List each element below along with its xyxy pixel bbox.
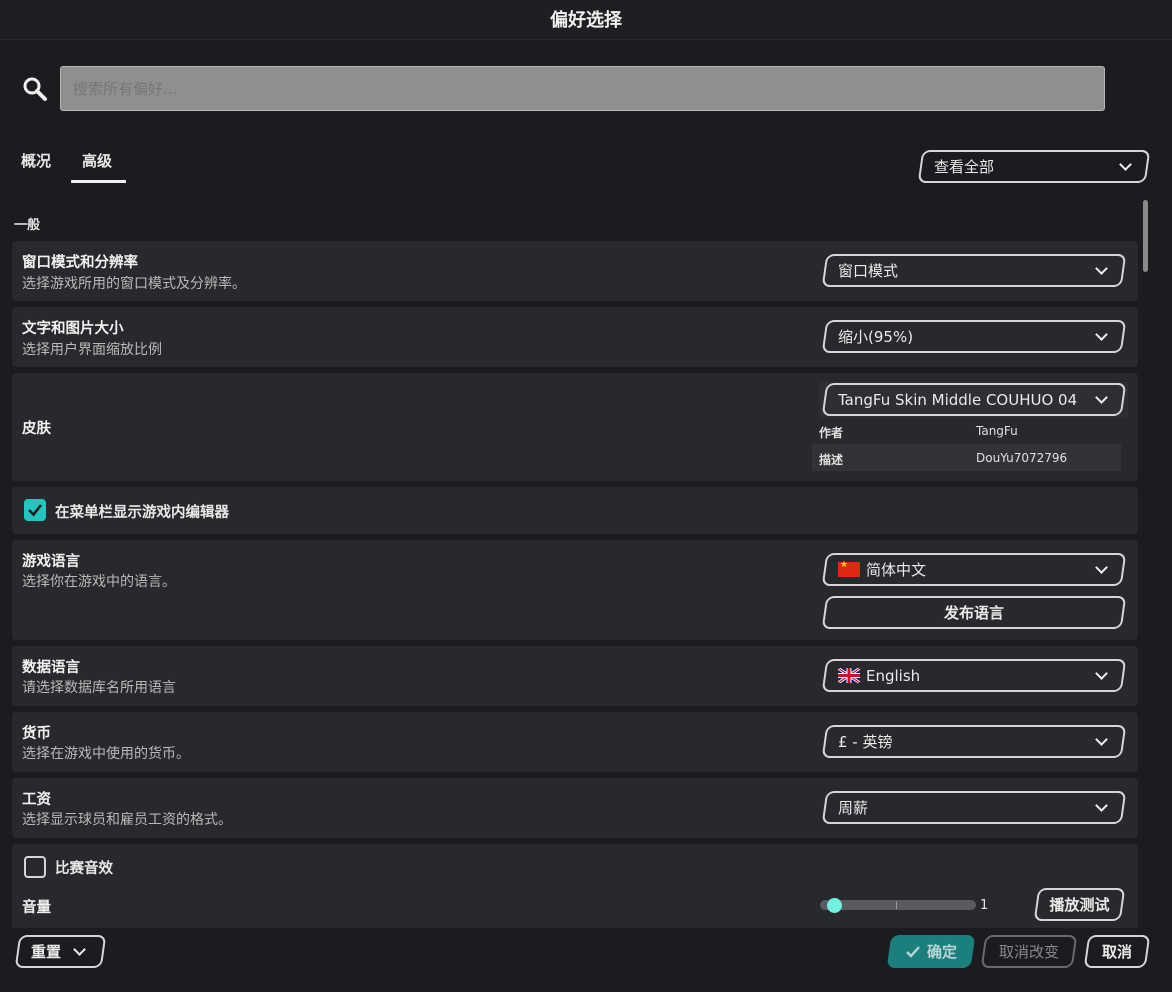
publish-language-label: 发布语言 <box>943 604 1004 622</box>
play-test-label: 播放测试 <box>1049 896 1110 914</box>
section-label: 一般 <box>14 218 41 233</box>
wages-dropdown[interactable]: 周薪 <box>821 791 1127 824</box>
volume-label: 音量 <box>22 900 51 916</box>
chevron-down-icon <box>1095 666 1108 680</box>
row-title: 窗口模式和分辨率 <box>22 255 138 271</box>
match-sound-checkbox[interactable] <box>24 856 46 878</box>
volume-slider-track[interactable] <box>820 900 976 910</box>
chevron-down-icon <box>1095 327 1108 341</box>
chevron-down-icon <box>1095 560 1108 574</box>
volume-slider-tick <box>896 901 897 909</box>
text-size-dropdown[interactable]: 缩小(95%) <box>821 320 1127 353</box>
volume-value: 1 <box>980 898 989 913</box>
game-language-value: 简体中文 <box>866 561 927 579</box>
currency-value: £ - 英镑 <box>838 733 893 751</box>
row-title: 游戏语言 <box>22 554 80 570</box>
skin-desc-label: 描述 <box>819 453 844 467</box>
revert-changes-button[interactable]: 取消改变 <box>980 935 1078 968</box>
currency-dropdown[interactable]: £ - 英镑 <box>821 725 1127 758</box>
match-sound-label: 比赛音效 <box>55 861 113 877</box>
row-desc: 选择用户界面缩放比例 <box>22 342 162 358</box>
row-title: 文字和图片大小 <box>22 321 124 337</box>
confirm-label: 确定 <box>926 943 957 961</box>
revert-changes-label: 取消改变 <box>998 943 1059 961</box>
wages-value: 周薪 <box>838 799 869 817</box>
chevron-down-icon <box>1119 157 1132 171</box>
play-test-button[interactable]: 播放测试 <box>1033 888 1126 921</box>
row-desc: 请选择数据库名所用语言 <box>22 680 176 696</box>
chevron-down-icon <box>73 942 86 956</box>
reset-label: 重置 <box>31 943 62 961</box>
game-language-dropdown[interactable]: 简体中文 <box>821 553 1127 586</box>
confirm-button[interactable]: 确定 <box>886 935 976 968</box>
row-desc: 选择显示球员和雇员工资的格式。 <box>22 812 232 828</box>
reset-button[interactable]: 重置 <box>14 935 107 968</box>
skin-dropdown[interactable]: TangFu Skin Middle COUHUO 04 <box>821 383 1127 416</box>
row-title: 皮肤 <box>22 421 51 437</box>
skin-desc-row: 描述 DouYu7072796 <box>812 444 1121 471</box>
checkmark-icon <box>28 504 43 517</box>
row-match-sound: 音量 <box>12 844 1138 934</box>
skin-author-label: 作者 <box>819 426 844 440</box>
tab-overview[interactable]: 概况 <box>21 150 51 171</box>
row-title: 工资 <box>22 792 51 808</box>
cancel-label: 取消 <box>1101 943 1132 961</box>
chevron-down-icon <box>1095 798 1108 812</box>
data-language-dropdown[interactable]: English <box>821 659 1127 692</box>
row-desc: 选择你在游戏中的语言。 <box>22 574 176 590</box>
china-flag-icon <box>838 562 860 577</box>
row-desc: 选择在游戏中使用的货币。 <box>22 746 190 762</box>
show-editor-label: 在菜单栏显示游戏内编辑器 <box>55 505 229 521</box>
chevron-down-icon <box>1095 261 1108 275</box>
check-icon <box>906 945 920 958</box>
skin-desc-value: DouYu7072796 <box>976 451 1068 465</box>
text-size-value: 缩小(95%) <box>838 328 914 346</box>
scrollbar[interactable] <box>1143 200 1148 272</box>
window-mode-value: 窗口模式 <box>838 262 899 280</box>
row-title: 货币 <box>22 726 51 742</box>
skin-author-row: 作者 TangFu <box>819 417 1128 444</box>
window-title: 偏好选择 <box>0 0 1172 40</box>
data-language-value: English <box>866 666 921 685</box>
volume-slider-thumb[interactable] <box>827 898 842 913</box>
skin-value: TangFu Skin Middle COUHUO 04 <box>838 390 1078 409</box>
publish-language-button[interactable]: 发布语言 <box>821 596 1127 629</box>
window-mode-dropdown[interactable]: 窗口模式 <box>821 254 1127 287</box>
row-desc: 选择游戏所用的窗口模式及分辨率。 <box>22 276 246 292</box>
cancel-button[interactable]: 取消 <box>1083 935 1151 968</box>
uk-flag-icon <box>838 668 860 683</box>
skin-author-value: TangFu <box>976 424 1018 438</box>
chevron-down-icon <box>1095 390 1108 404</box>
show-editor-checkbox[interactable] <box>24 499 46 521</box>
row-title: 数据语言 <box>22 660 80 676</box>
view-filter-value: 查看全部 <box>934 158 995 176</box>
search-icon <box>23 77 47 101</box>
tab-advanced[interactable]: 高级 <box>70 150 127 183</box>
chevron-down-icon <box>1095 732 1108 746</box>
search-input[interactable] <box>60 66 1105 111</box>
view-filter-dropdown[interactable]: 查看全部 <box>917 150 1151 183</box>
